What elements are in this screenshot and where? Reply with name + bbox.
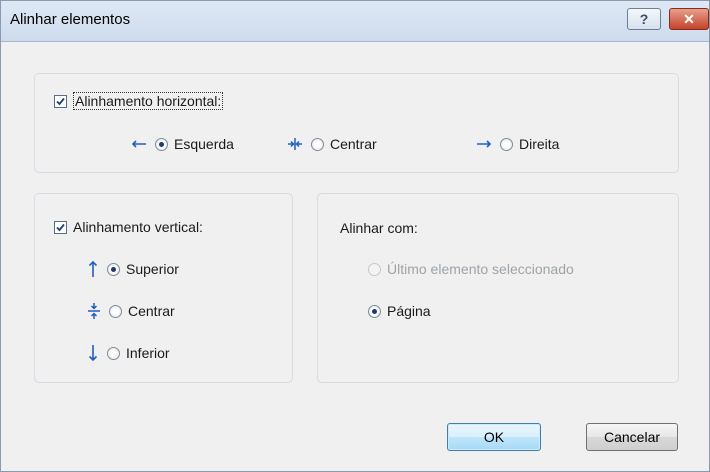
option-right-label: Direita	[519, 136, 560, 152]
ok-button[interactable]: OK	[447, 423, 541, 451]
option-page[interactable]: Página	[368, 303, 431, 319]
help-icon: ?	[639, 11, 649, 27]
checkbox-box[interactable]	[54, 220, 67, 234]
checkbox-box[interactable]	[54, 94, 67, 108]
horizontal-alignment-label: Alinhamento horizontal:	[73, 92, 224, 110]
radio-center-vertical[interactable]	[109, 304, 122, 318]
arrow-left-icon	[131, 139, 147, 149]
radio-right[interactable]	[500, 137, 513, 151]
option-top[interactable]: Superior	[87, 260, 179, 278]
option-center-vertical-label: Centrar	[128, 303, 175, 319]
vertical-alignment-group: Alinhamento vertical: Superior Centrar I…	[34, 193, 293, 383]
title-bar[interactable]: Alinhar elementos ? ✕	[1, 1, 709, 42]
align-with-heading: Alinhar com:	[340, 220, 418, 236]
option-left[interactable]: Esquerda	[131, 136, 234, 152]
option-bottom[interactable]: Inferior	[87, 344, 170, 362]
arrow-up-icon	[87, 260, 99, 278]
radio-page[interactable]	[368, 304, 381, 318]
radio-last-selected	[368, 262, 381, 276]
close-button[interactable]: ✕	[669, 8, 709, 30]
option-last-selected-label: Último elemento seleccionado	[387, 261, 574, 277]
radio-top[interactable]	[107, 262, 120, 276]
option-center-horizontal[interactable]: Centrar	[287, 136, 377, 152]
horizontal-alignment-group: Alinhamento horizontal: Esquerda Centrar…	[34, 73, 679, 173]
cancel-button[interactable]: Cancelar	[586, 423, 678, 451]
option-right[interactable]: Direita	[476, 136, 559, 152]
option-top-label: Superior	[126, 261, 179, 277]
checkmark-icon	[56, 97, 65, 105]
option-bottom-label: Inferior	[126, 345, 170, 361]
center-vertical-icon	[87, 302, 101, 320]
close-icon: ✕	[683, 10, 695, 27]
radio-bottom[interactable]	[107, 346, 120, 360]
help-button[interactable]: ?	[627, 8, 661, 30]
dialog-title: Alinhar elementos	[10, 11, 131, 28]
radio-center-horizontal[interactable]	[311, 137, 324, 151]
arrow-right-icon	[476, 139, 492, 149]
option-page-label: Página	[387, 303, 431, 319]
align-elements-dialog: Alinhar elementos ? ✕ Alinhamento horizo…	[0, 0, 710, 472]
align-with-group: Alinhar com: Último elemento seleccionad…	[317, 193, 679, 383]
arrow-down-icon	[87, 344, 99, 362]
center-horizontal-icon	[287, 137, 303, 151]
vertical-alignment-checkbox[interactable]: Alinhamento vertical:	[54, 219, 203, 235]
vertical-alignment-label: Alinhamento vertical:	[73, 219, 203, 235]
option-center-horizontal-label: Centrar	[330, 136, 377, 152]
option-left-label: Esquerda	[174, 136, 234, 152]
checkmark-icon	[56, 223, 65, 231]
option-center-vertical[interactable]: Centrar	[87, 302, 175, 320]
radio-left[interactable]	[155, 137, 168, 151]
option-last-selected: Último elemento seleccionado	[368, 261, 574, 277]
horizontal-alignment-checkbox[interactable]: Alinhamento horizontal:	[54, 92, 224, 110]
